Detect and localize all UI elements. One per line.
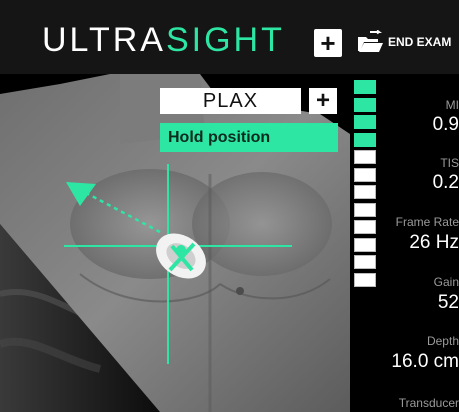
app-header: ULTRASIGHT + END EXAM <box>0 0 459 74</box>
add-view-button[interactable]: + <box>309 88 337 114</box>
stat-value-mi: 0.9 <box>432 114 459 135</box>
parameter-panel: MI 0.9 TIS 0.2 Frame Rate 26 Hz Gain 52 … <box>369 74 459 412</box>
stat-value-frame-rate: 26 Hz <box>409 232 459 253</box>
end-exam-label: END EXAM <box>388 35 452 49</box>
plus-icon: + <box>320 28 336 58</box>
instruction-banner: Hold position <box>160 123 338 152</box>
stat-label-tis: TIS <box>440 156 459 170</box>
stat-label-frame-rate: Frame Rate <box>395 215 459 229</box>
end-exam-button[interactable]: END EXAM <box>356 28 451 56</box>
stat-label-gain: Gain <box>433 275 459 289</box>
add-button[interactable]: + <box>314 29 342 57</box>
view-selector[interactable]: PLAX <box>160 88 301 114</box>
logo-part-ultra: ULTRA <box>42 21 166 59</box>
stat-label-depth: Depth <box>426 334 459 348</box>
stat-value-gain: 52 <box>437 292 459 313</box>
stat-label-transducer: Transducer <box>398 396 459 410</box>
stat-value-depth: 16.0 cm <box>391 351 459 372</box>
logo-part-sight: SIGHT <box>165 21 285 59</box>
ultrasight-logo: ULTRASIGHT <box>42 18 285 62</box>
stat-label-mi: MI <box>445 98 459 112</box>
folder-open-icon <box>358 30 383 52</box>
stat-value-tis: 0.2 <box>432 172 459 193</box>
